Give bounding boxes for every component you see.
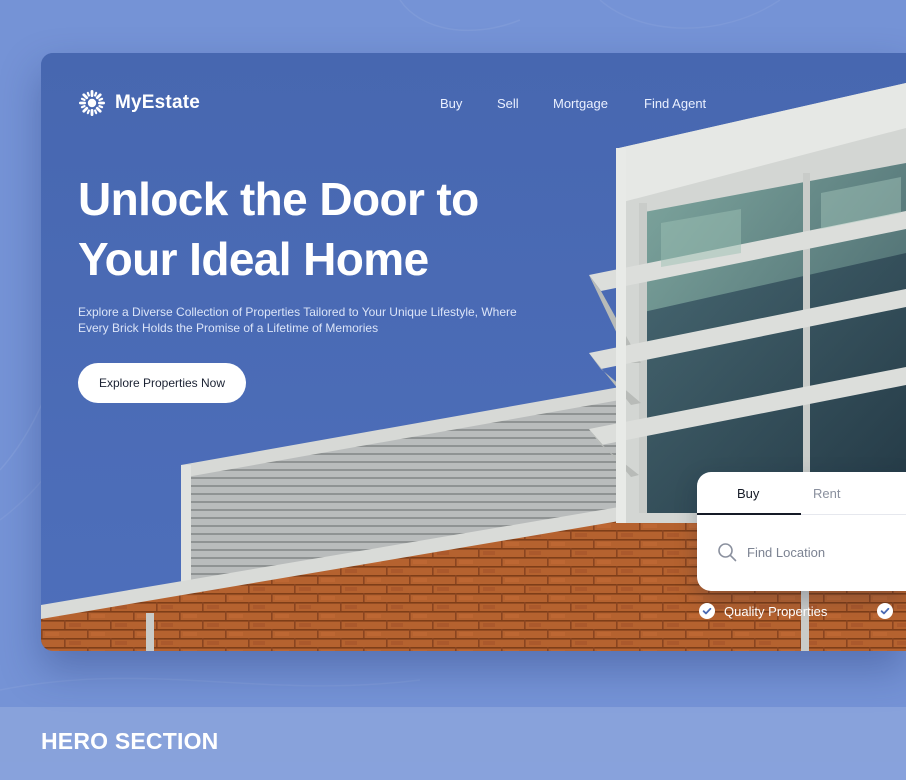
hero-subtitle-line-1: Explore a Diverse Collection of Properti…: [78, 305, 517, 319]
section-label: HERO SECTION: [41, 728, 219, 754]
tab-buy[interactable]: Buy: [737, 486, 759, 501]
hero-title: Unlock the Door to Your Ideal Home: [78, 169, 598, 289]
brand-logo[interactable]: MyEstate: [78, 89, 200, 117]
location-search: [717, 542, 897, 562]
nav-link-find-agent[interactable]: Find Agent: [644, 96, 706, 111]
main-nav: Buy Sell Mortgage Find Agent: [440, 96, 706, 111]
sunburst-logo-icon: [79, 90, 105, 116]
feature-item: [877, 603, 902, 619]
hero-subtitle: Explore a Diverse Collection of Properti…: [78, 304, 548, 336]
location-search-input[interactable]: [747, 544, 897, 560]
nav-link-mortgage[interactable]: Mortgage: [553, 96, 644, 111]
search-tabs: Buy Rent: [697, 472, 906, 515]
feature-label: Quality Properties: [724, 603, 828, 619]
brand-name: MyEstate: [115, 92, 201, 113]
feature-item: Quality Properties: [699, 603, 827, 619]
hero-subtitle-line-2: Every Brick Holds the Promise of a Lifet…: [78, 321, 379, 335]
search-icon: [718, 543, 737, 562]
active-tab-indicator: [697, 513, 801, 515]
tab-rent[interactable]: Rent: [813, 486, 840, 501]
hero-title-line-2: Your Ideal Home: [78, 233, 429, 285]
nav-link-buy[interactable]: Buy: [440, 96, 497, 111]
hero-card: MyEstate Buy Sell Mortgage Find Agent Un…: [41, 53, 906, 651]
property-search-panel: Buy Rent: [697, 472, 906, 591]
hero-title-line-1: Unlock the Door to: [78, 173, 479, 225]
feature-highlights: Quality Properties: [699, 603, 902, 619]
check-circle-icon: [877, 603, 894, 619]
check-circle-icon: [699, 603, 715, 619]
explore-properties-button[interactable]: Explore Properties Now: [78, 363, 246, 403]
nav-link-sell[interactable]: Sell: [497, 96, 553, 111]
